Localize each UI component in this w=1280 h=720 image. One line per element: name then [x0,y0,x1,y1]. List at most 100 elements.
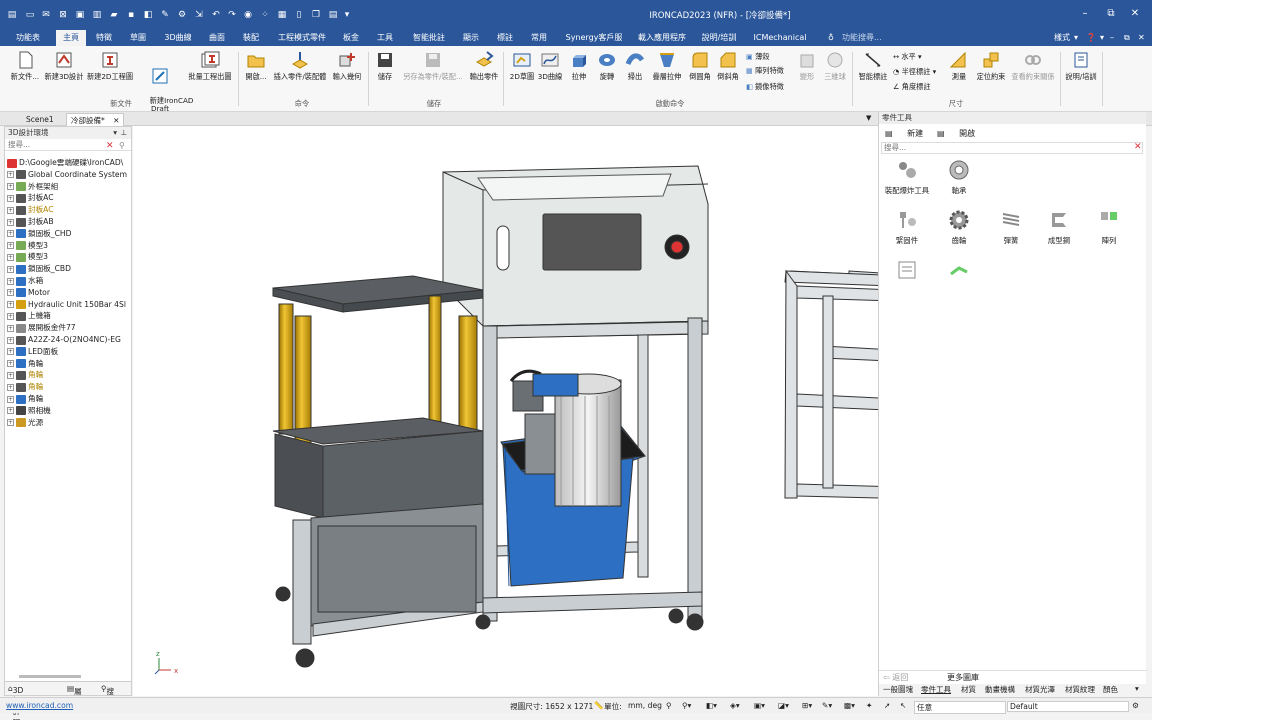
tab-synergy[interactable]: Synergy客戶服 [562,30,626,46]
tree-item[interactable]: + 光源 [7,417,133,428]
fillet-button[interactable]: 倒圓角 [686,50,714,81]
tab-help-training[interactable]: 說明/培訓 [698,30,740,46]
doc-close-icon[interactable]: ✕ [1138,30,1145,46]
target-icon[interactable]: ◉ [242,9,254,21]
page-icon[interactable]: ▯ [293,9,305,21]
tab-animation[interactable]: 動畫機構 [985,684,1015,695]
save-button[interactable]: 儲存 [372,50,398,81]
tool-icon[interactable]: ✎ [159,9,171,21]
sketch-2d-button[interactable]: 2D草圖 [508,50,536,81]
pin-icon[interactable]: ⊥ [120,127,127,139]
feature-search[interactable]: 功能搜尋... [842,30,882,46]
expand-icon[interactable]: + [7,171,14,179]
close-doc-icon[interactable]: ⊠ [57,9,69,21]
tab-engineering-part[interactable]: 工程模式零件 [274,30,330,46]
new-catalog-button[interactable]: ▤ 新建 [885,128,923,139]
expand-icon[interactable]: + [7,419,14,427]
display-icon[interactable]: ▣▾ [754,701,765,710]
unit-value[interactable]: mm, deg [628,701,662,710]
tree-item[interactable]: + Motor [7,287,133,298]
deform-button[interactable]: 變形 [796,50,818,81]
layout-icon[interactable]: ▤ [327,9,339,21]
3d-model-render[interactable]: z x [133,117,1152,696]
tab-properties[interactable]: ▤ 屬性 [67,684,82,707]
mail-icon[interactable]: ✉ [40,9,52,21]
tree-item[interactable]: + Hydraulic Unit 150Bar 4Sl [7,299,133,310]
position-constraint-button[interactable]: 定位約束 [974,50,1008,81]
light-icon[interactable]: ✦ [866,701,872,710]
tab-common[interactable]: 常用 [526,30,552,46]
tab-material-gloss[interactable]: 材質光澤 [1025,684,1055,695]
tree-item[interactable]: + 模型3 [7,251,133,262]
section-icon[interactable]: ◪▾ [778,701,789,710]
view-icon[interactable]: ◧▾ [706,701,717,710]
undo-icon[interactable]: ↶ [210,9,222,21]
export-part-button[interactable]: 輸出零件 [468,50,500,81]
tree-item[interactable]: + 展開板金件77 [7,322,133,333]
select-arrow-icon[interactable]: ➚ [884,701,890,710]
expand-icon[interactable]: + [7,218,14,226]
tab-features[interactable]: 特徵 [90,30,118,46]
import-geometry-button[interactable]: 輸入幾何 [330,50,364,81]
print2-icon[interactable]: ◧ [142,9,154,21]
tab-color[interactable]: 顏色 [1103,684,1118,695]
tab-icmechanical[interactable]: ICMechanical [752,30,808,46]
new-ironcad-draft-button[interactable]: 新建IronCAD Draft [136,50,193,121]
help-training-button[interactable]: 說明/培訓 [1063,50,1099,81]
tree-item[interactable]: + 外框架組 [7,181,133,192]
tree-item[interactable]: D:\Google雲端硬碟\IronCAD\ [7,157,133,168]
filter-icon[interactable]: ⚲ [119,141,125,150]
tree-item[interactable]: + 照相機 [7,405,133,416]
shell-button[interactable]: ▣ 薄殼 [746,52,769,62]
tab-material[interactable]: 材質 [961,684,976,695]
clear-search-icon[interactable]: ✕ [106,141,114,151]
zoom-icon[interactable]: ⚲ [666,701,672,710]
chevron-down-icon[interactable]: ▾ [341,9,353,21]
tab-general-blocks[interactable]: 一般圖塊 [883,684,913,695]
tree-item[interactable]: + A22Z-24-O(2NO4NC)-EG [7,334,133,345]
tab-search[interactable]: ⚲ 搜尋 [101,684,114,707]
expand-icon[interactable]: + [7,301,14,309]
tab-part-tools[interactable]: 零件工具 [921,684,951,695]
revolve-button[interactable]: 旋轉 [594,50,620,81]
expand-icon[interactable]: + [7,395,14,403]
app-menu-icon[interactable]: ▤ [6,9,18,21]
insert-part-button[interactable]: 插入零件/裝配體 [272,50,328,81]
tree-item[interactable]: + Global Coordinate System [7,169,133,180]
open-catalog-button[interactable]: ▤ 開啟 [937,128,975,139]
expand-icon[interactable]: + [7,312,14,320]
triball-button[interactable]: 三維球 [822,50,848,81]
open-folder-icon[interactable]: ▰ [108,9,120,21]
preview-icon[interactable]: ▥ [91,9,103,21]
tab-3d-design-env[interactable]: ⌂ 3D設計環境 [8,684,23,720]
select-mode-dropdown[interactable]: 任意 [914,701,1006,714]
catalog-item-gear[interactable]: 齒輪 [933,208,985,246]
tab-dropdown-icon[interactable]: ▼ [866,114,871,122]
expand-icon[interactable]: + [7,348,14,356]
expand-icon[interactable]: + [7,277,14,285]
tab-dimension[interactable]: 標註 [492,30,518,46]
tab-tools[interactable]: 工具 [372,30,398,46]
expand-icon[interactable]: + [7,407,14,415]
doc-tab-scene1[interactable]: Scene1 [22,113,58,126]
new-file-button[interactable]: 新文件... [8,50,42,81]
export-icon[interactable]: ⇲ [193,9,205,21]
tab-function-table[interactable]: 功能表 [8,30,48,46]
cube-icon[interactable]: ▩▾ [844,701,855,710]
copy-icon[interactable]: ❐ [310,9,322,21]
redo-icon[interactable]: ↷ [226,9,238,21]
render-icon[interactable]: ◈▾ [730,701,740,710]
smart-dimension-button[interactable]: 智能標註 [856,50,890,81]
expand-icon[interactable]: + [7,371,14,379]
catalog-item-spring[interactable]: 彈簧 [985,208,1037,246]
tree-item[interactable]: + 角輪 [7,393,133,404]
chamfer-button[interactable]: 倒斜角 [714,50,742,81]
close-icon[interactable]: ✕ [113,116,119,125]
tree-item[interactable]: + 鎖固板_CHD [7,228,133,239]
chevron-down-icon[interactable]: ▾ [1074,30,1078,46]
tree-item[interactable]: + 封板AB [7,216,133,227]
expand-icon[interactable]: + [7,336,14,344]
horizontal-dim-button[interactable]: ↔ 水平 ▾ [893,52,922,62]
new-2d-drawing-button[interactable]: 新建2D工程圖 [86,50,134,81]
expand-icon[interactable]: + [7,324,14,332]
